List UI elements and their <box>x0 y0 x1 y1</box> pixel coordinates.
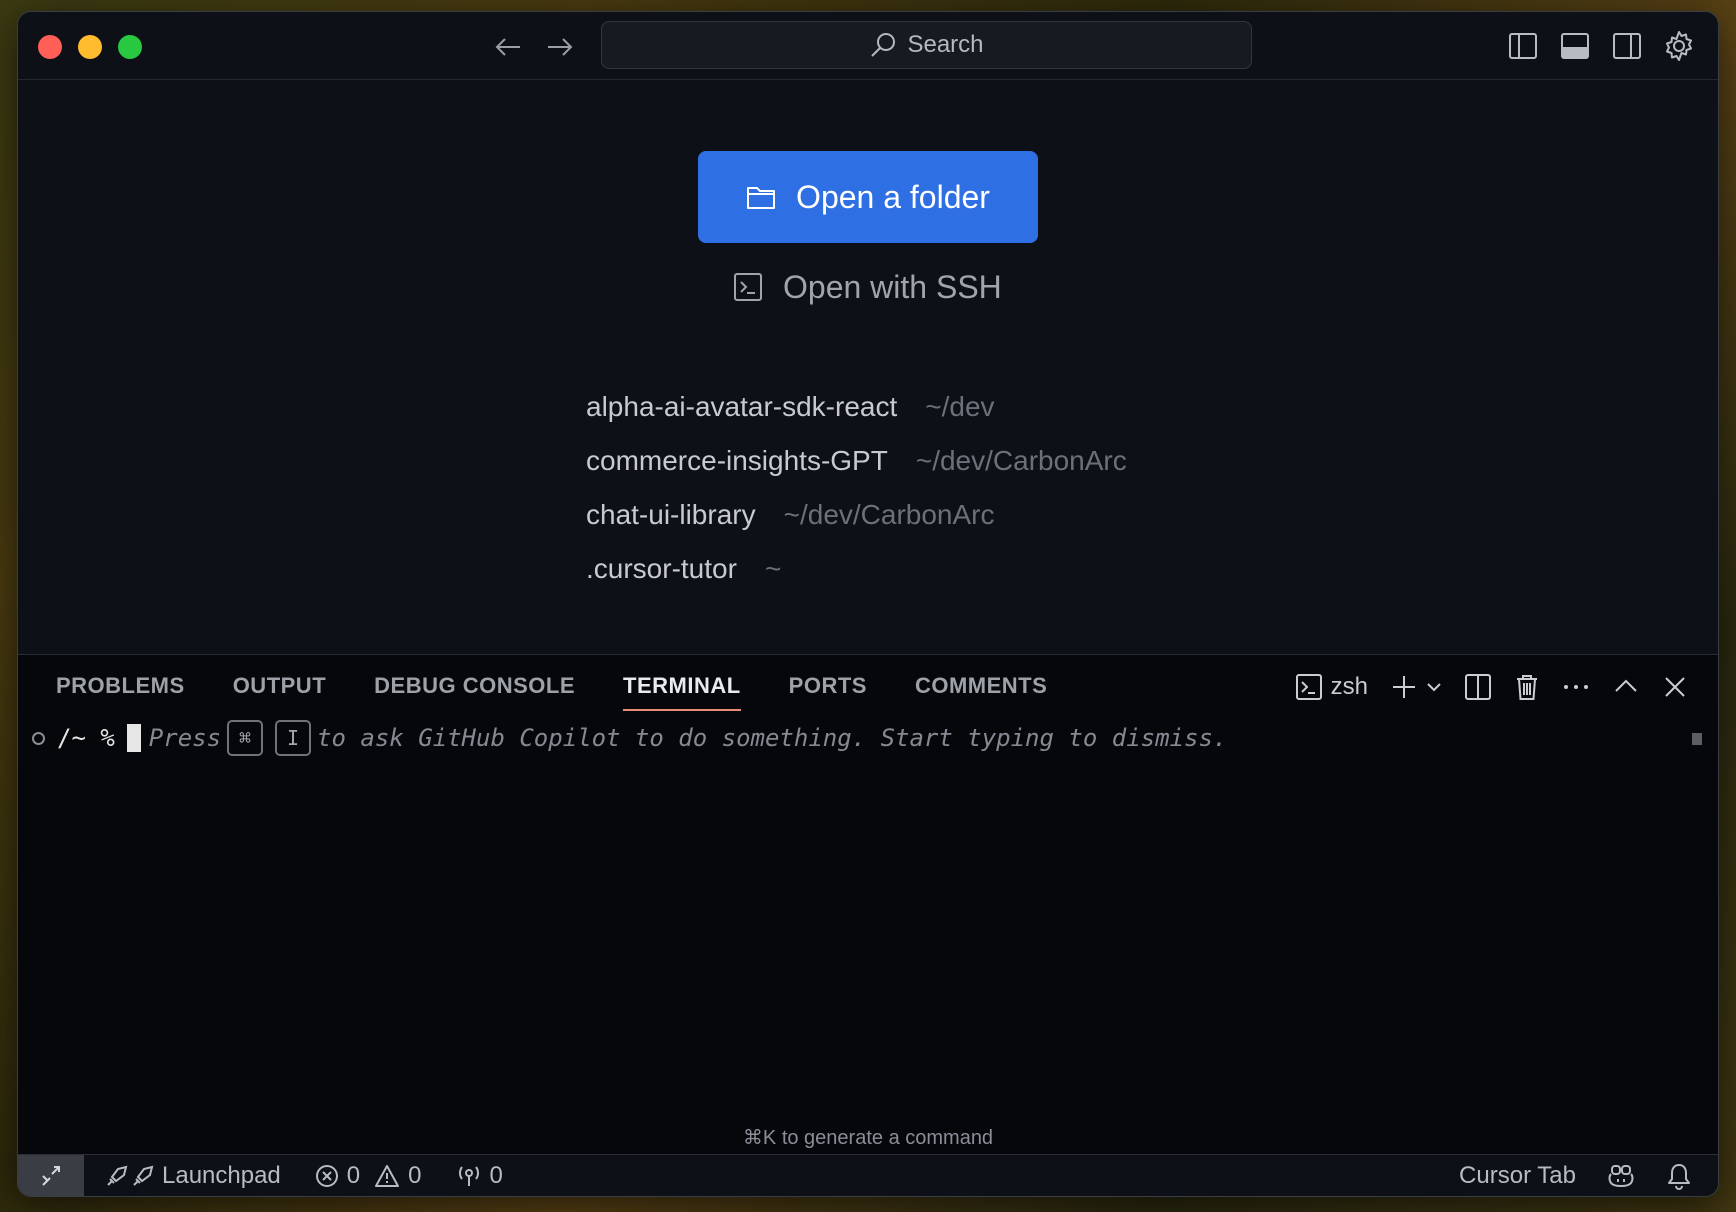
toggle-panel-button[interactable] <box>1557 28 1593 64</box>
more-actions-button[interactable] <box>1562 673 1590 701</box>
recent-project-path: ~/dev/CarbonArc <box>783 499 995 530</box>
broadcast-icon <box>458 1165 479 1186</box>
maximize-window-button[interactable] <box>118 35 142 59</box>
command-key-badge: ⌘ <box>227 720 264 756</box>
tab-debug-console[interactable]: DEBUG CONSOLE <box>374 673 575 709</box>
terminal-prompt: /~ % <box>57 724 115 752</box>
status-bar: Launchpad 0 0 0 Cursor Tab <box>18 1154 1718 1196</box>
recent-project-path: ~ <box>764 553 782 584</box>
sidebar-right-icon <box>1613 33 1641 59</box>
open-ssh-button[interactable]: Open with SSH <box>733 259 1002 315</box>
sidebar-left-icon <box>1509 33 1537 59</box>
plus-icon <box>1393 676 1415 698</box>
split-terminal-button[interactable] <box>1464 673 1492 701</box>
recent-project-path: ~/dev/CarbonArc <box>915 445 1127 476</box>
close-icon <box>1665 677 1685 697</box>
warning-icon <box>375 1164 400 1187</box>
open-folder-label: Open a folder <box>796 178 990 215</box>
arrow-left-icon <box>495 38 520 56</box>
panel-bottom-icon <box>1561 33 1589 59</box>
panel-toolbar: zsh <box>1295 673 1688 701</box>
open-ssh-label: Open with SSH <box>783 268 1002 305</box>
hint-text: to ask GitHub Copilot to do something. S… <box>317 724 1228 752</box>
kill-terminal-button[interactable] <box>1514 673 1540 701</box>
search-icon <box>871 33 896 57</box>
bell-icon[interactable] <box>1666 1162 1692 1190</box>
terminal-scrollbar[interactable] <box>1692 733 1702 745</box>
panel-tabs: PROBLEMS OUTPUT DEBUG CONSOLE TERMINAL P… <box>56 673 1047 711</box>
terminal-icon <box>1295 674 1322 700</box>
tab-comments[interactable]: COMMENTS <box>915 673 1047 709</box>
arrow-right-icon <box>548 38 573 56</box>
welcome-view: Open a folder Open with SSH alpha-ai-ava… <box>18 81 1718 654</box>
recent-project-item[interactable]: chat-ui-library ~/dev/CarbonArc <box>586 499 1127 553</box>
generate-command-hint: ⌘K to generate a command <box>742 1127 994 1149</box>
recent-project-item[interactable]: alpha-ai-avatar-sdk-react ~/dev <box>586 391 1127 445</box>
split-icon <box>1465 674 1491 700</box>
error-icon <box>315 1164 338 1187</box>
settings-button[interactable] <box>1661 28 1697 64</box>
minimize-window-button[interactable] <box>78 35 102 59</box>
terminal-prompt-line[interactable]: /~ % Press ⌘ I to ask GitHub Copilot to … <box>32 720 1227 756</box>
recent-projects-list: alpha-ai-avatar-sdk-react ~/dev commerce… <box>586 391 1127 607</box>
ports-indicator[interactable]: 0 <box>456 1162 503 1190</box>
toggle-primary-sidebar-button[interactable] <box>1505 28 1541 64</box>
problems-indicator[interactable]: 0 0 <box>315 1162 422 1190</box>
chevron-down-icon <box>1427 683 1441 692</box>
trash-icon <box>1517 675 1537 700</box>
close-panel-button[interactable] <box>1662 674 1688 700</box>
recent-project-name: chat-ui-library <box>586 499 756 530</box>
bottom-panel: PROBLEMS OUTPUT DEBUG CONSOLE TERMINAL P… <box>18 654 1718 1154</box>
warning-count: 0 <box>408 1161 422 1189</box>
ports-count: 0 <box>489 1161 503 1189</box>
recent-project-name: alpha-ai-avatar-sdk-react <box>586 391 898 422</box>
status-bar-right: Cursor Tab <box>1459 1162 1692 1190</box>
launchpad-label: Launchpad <box>162 1161 281 1189</box>
gear-icon <box>1666 31 1692 61</box>
forward-button[interactable] <box>542 30 578 64</box>
command-status-icon <box>32 731 45 745</box>
rocket-icon <box>107 1165 154 1186</box>
tab-terminal[interactable]: TERMINAL <box>623 673 741 711</box>
recent-project-item[interactable]: .cursor-tutor ~ <box>586 553 1127 607</box>
title-bar: Search <box>18 12 1718 80</box>
ellipsis-icon <box>1564 685 1588 689</box>
recent-project-item[interactable]: commerce-insights-GPT ~/dev/CarbonArc <box>586 445 1127 499</box>
cursor-tab-label[interactable]: Cursor Tab <box>1459 1162 1576 1190</box>
remote-indicator-button[interactable] <box>18 1154 84 1196</box>
back-button[interactable] <box>490 30 526 64</box>
hint-press: Press <box>148 724 222 752</box>
editor-window: Search Open a folder Open with SSH alpha… <box>17 11 1719 1197</box>
terminal-cursor <box>126 724 141 752</box>
tab-output[interactable]: OUTPUT <box>233 673 326 709</box>
maximize-panel-button[interactable] <box>1612 673 1640 701</box>
terminal-shell-selector[interactable]: zsh <box>1295 673 1368 701</box>
copilot-icon[interactable] <box>1606 1162 1636 1190</box>
new-terminal-button[interactable] <box>1390 673 1442 701</box>
search-placeholder: Search <box>907 31 984 58</box>
toggle-secondary-sidebar-button[interactable] <box>1609 28 1645 64</box>
recent-project-name: commerce-insights-GPT <box>586 445 888 476</box>
search-bar[interactable]: Search <box>601 21 1252 69</box>
chevron-up-icon <box>1615 679 1637 692</box>
terminal-icon <box>734 273 762 301</box>
remote-icon <box>42 1165 60 1186</box>
recent-project-path: ~/dev <box>925 391 995 422</box>
error-count: 0 <box>346 1161 361 1189</box>
folder-icon <box>747 187 776 209</box>
i-key-badge: I <box>275 720 312 756</box>
close-window-button[interactable] <box>38 35 62 59</box>
shell-name: zsh <box>1330 673 1368 700</box>
tab-ports[interactable]: PORTS <box>789 673 867 709</box>
launchpad-button[interactable]: Launchpad <box>104 1162 281 1190</box>
recent-project-name: .cursor-tutor <box>586 553 737 584</box>
tab-problems[interactable]: PROBLEMS <box>56 673 185 709</box>
open-folder-button[interactable]: Open a folder <box>698 151 1038 243</box>
